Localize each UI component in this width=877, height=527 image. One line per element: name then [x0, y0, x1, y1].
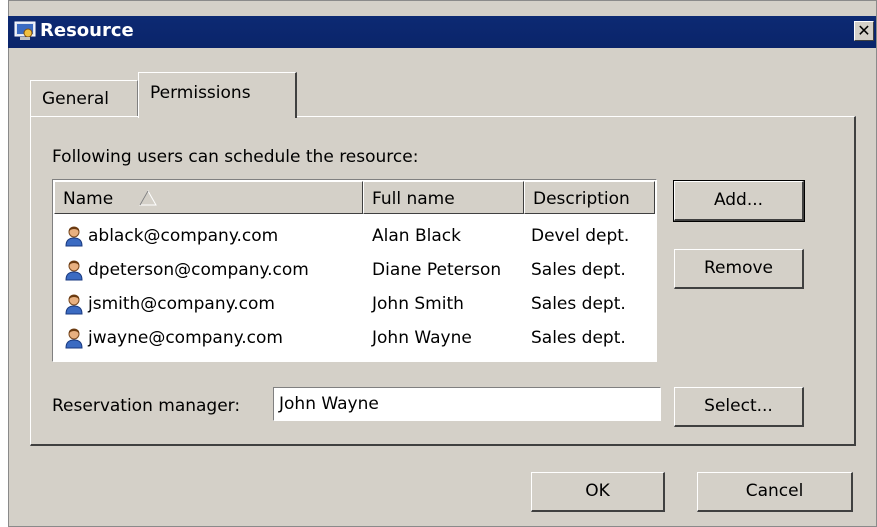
cell-user-name: ablack@company.com: [88, 226, 279, 246]
remove-user-button[interactable]: Remove: [674, 249, 804, 289]
cell-full-name: Diane Peterson: [372, 260, 502, 280]
cell-description: Sales dept.: [531, 294, 626, 314]
user-icon: [65, 294, 83, 315]
add-user-button-label: Add...: [713, 190, 764, 210]
sort-ascending-icon: [139, 190, 157, 206]
ok-button-label: OK: [585, 481, 610, 501]
column-header-description[interactable]: Description: [524, 181, 655, 214]
cell-description: Sales dept.: [531, 260, 626, 280]
resource-icon: [14, 21, 36, 40]
cell-user-name: jsmith@company.com: [88, 294, 275, 314]
column-full-name-label: Full name: [372, 189, 455, 209]
tab-general[interactable]: General: [30, 80, 138, 117]
tab-permissions[interactable]: Permissions: [138, 72, 297, 118]
cell-description: Sales dept.: [531, 328, 626, 348]
title-bar[interactable]: Resource ✕: [8, 16, 876, 48]
window-title: Resource: [40, 20, 134, 41]
user-icon: [65, 328, 83, 349]
cancel-button-label: Cancel: [745, 481, 804, 501]
column-header-full-name[interactable]: Full name: [363, 181, 524, 214]
select-manager-button[interactable]: Select...: [674, 387, 804, 427]
users-list[interactable]: Name Full name Description ablack@compan…: [52, 179, 657, 362]
table-row[interactable]: ablack@company.com Alan Black Devel dept…: [54, 221, 655, 254]
user-icon: [65, 226, 83, 247]
cell-full-name: John Smith: [372, 294, 464, 314]
list-header: Name Full name Description: [54, 181, 655, 214]
column-name-label: Name: [63, 189, 114, 209]
reservation-manager-field[interactable]: John Wayne: [273, 387, 661, 421]
ok-button[interactable]: OK: [531, 472, 665, 512]
table-row[interactable]: jsmith@company.com John Smith Sales dept…: [54, 289, 655, 322]
close-button[interactable]: ✕: [854, 21, 874, 41]
table-row[interactable]: jwayne@company.com John Wayne Sales dept…: [54, 323, 655, 356]
user-icon: [65, 260, 83, 281]
tab-general-label: General: [42, 89, 109, 109]
close-icon: ✕: [857, 21, 871, 40]
column-header-name[interactable]: Name: [54, 181, 363, 214]
tab-permissions-label: Permissions: [150, 83, 251, 103]
cell-description: Devel dept.: [531, 226, 630, 246]
column-description-label: Description: [533, 189, 630, 209]
cell-user-name: jwayne@company.com: [88, 328, 283, 348]
users-list-label: Following users can schedule the resourc…: [52, 147, 419, 167]
select-manager-button-label: Select...: [704, 396, 773, 416]
cell-full-name: Alan Black: [372, 226, 461, 246]
table-row[interactable]: dpeterson@company.com Diane Peterson Sal…: [54, 255, 655, 288]
reservation-manager-label: Reservation manager:: [52, 396, 241, 416]
cell-full-name: John Wayne: [372, 328, 472, 348]
cell-user-name: dpeterson@company.com: [88, 260, 309, 280]
add-user-button[interactable]: Add...: [673, 180, 805, 222]
cancel-button[interactable]: Cancel: [697, 472, 853, 512]
remove-user-button-label: Remove: [704, 258, 773, 278]
